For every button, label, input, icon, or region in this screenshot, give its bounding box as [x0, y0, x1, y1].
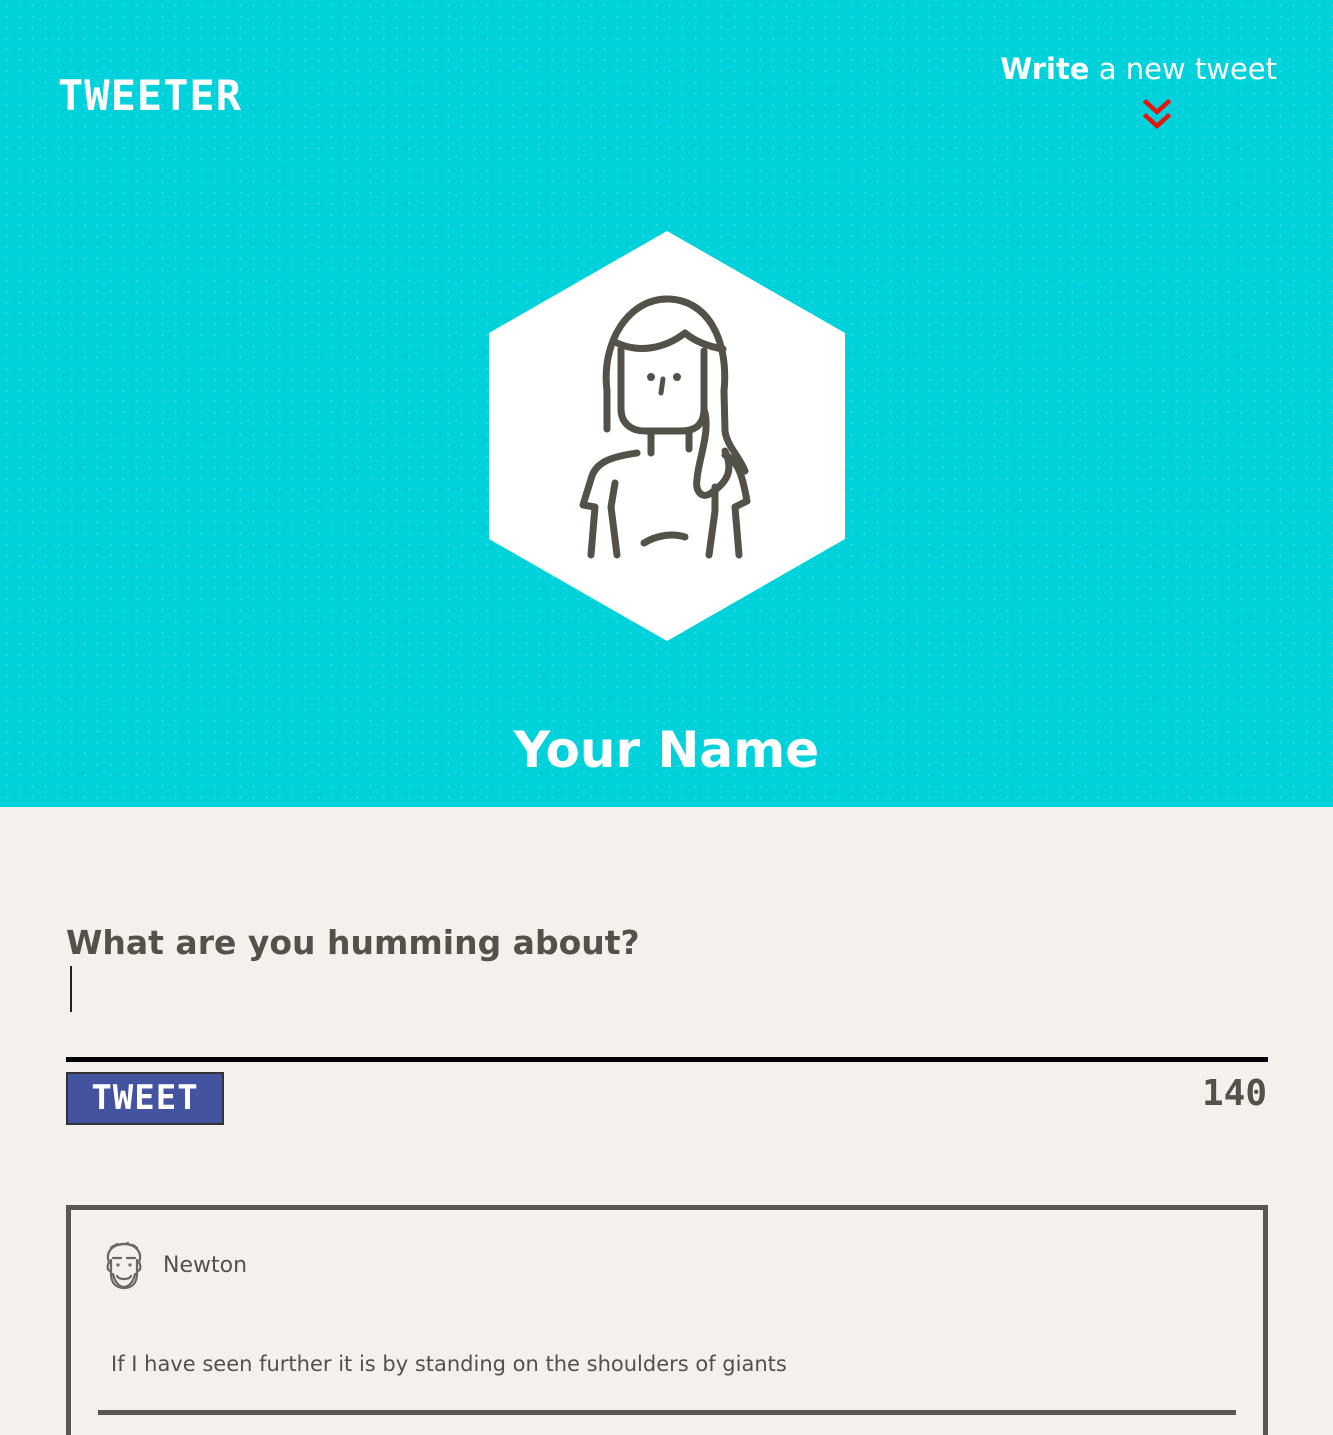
write-label-rest: a new tweet — [1089, 52, 1277, 86]
character-counter: 140 — [1201, 1073, 1267, 1114]
write-label-bold: Write — [1000, 52, 1090, 86]
tweet-composer: What are you humming about? — [66, 920, 1268, 1056]
tweet-card: Newton If I have seen further it is by s… — [66, 1205, 1268, 1435]
woman-avatar-icon — [489, 231, 845, 641]
composer-divider — [66, 1057, 1268, 1062]
double-chevron-down-icon — [1142, 98, 1172, 130]
tweet-footer-divider — [98, 1410, 1236, 1415]
tweet-text: If I have seen further it is by standing… — [111, 1352, 787, 1376]
text-caret — [70, 966, 72, 1012]
tweet-button[interactable]: TWEET — [66, 1072, 224, 1125]
app-logo[interactable]: TWEETER — [58, 74, 242, 118]
profile-name: Your Name — [513, 721, 820, 779]
write-new-tweet-toggle[interactable]: Write a new tweet — [1000, 50, 1285, 135]
profile-header: TWEETER Write a new tweet Your Name — [0, 0, 1333, 807]
write-new-tweet-label: Write a new tweet — [1000, 50, 1277, 88]
tweet-input[interactable] — [66, 966, 1268, 1056]
tweet-author-name[interactable]: Newton — [163, 1250, 247, 1282]
bearded-man-avatar-icon — [106, 1241, 142, 1290]
composer-label: What are you humming about? — [66, 923, 640, 962]
